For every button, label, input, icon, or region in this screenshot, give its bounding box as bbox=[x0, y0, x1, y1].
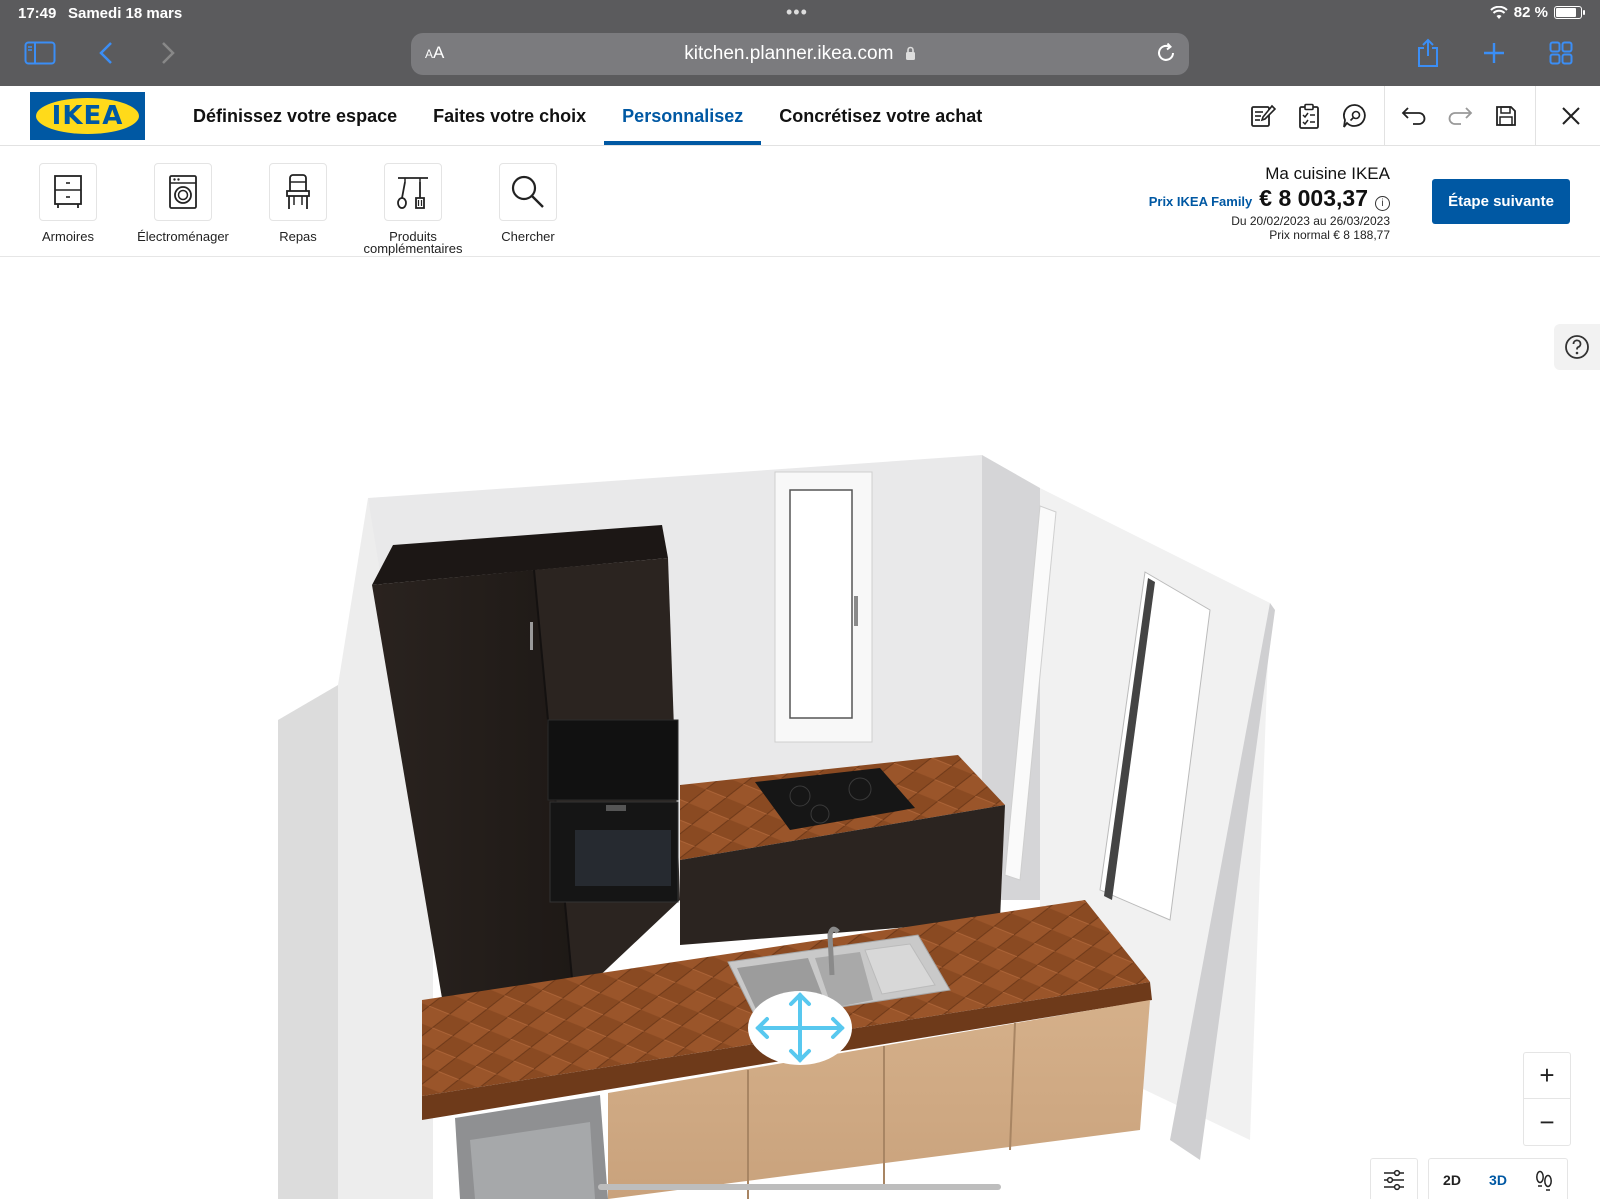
forward-icon[interactable] bbox=[148, 36, 188, 70]
tab-define-space[interactable]: Définissez votre espace bbox=[175, 86, 415, 146]
price-summary: Ma cuisine IKEA Prix IKEA Family € 8 003… bbox=[1149, 164, 1390, 242]
sidebar-toggle-icon[interactable] bbox=[20, 36, 60, 70]
battery-percent: 82 % bbox=[1513, 4, 1548, 21]
utensils-icon bbox=[397, 177, 428, 209]
tab-customize[interactable]: Personnalisez bbox=[604, 86, 762, 146]
kitchen-3d-view[interactable] bbox=[0, 258, 1600, 1199]
reload-icon[interactable] bbox=[1155, 42, 1177, 64]
tool-appliances[interactable]: Électroménager bbox=[123, 163, 243, 243]
chair-icon bbox=[286, 174, 310, 209]
url-text: kitchen.planner.ikea.com bbox=[411, 43, 1189, 65]
view-settings-group bbox=[1370, 1158, 1418, 1199]
washing-machine-icon bbox=[169, 175, 197, 209]
back-counter[interactable] bbox=[680, 755, 1005, 945]
redo-icon[interactable] bbox=[1437, 86, 1483, 146]
help-icon bbox=[1565, 335, 1589, 359]
catalog-toolbar: Armoires Électroménager Repas Produits c… bbox=[0, 147, 1600, 257]
header-divider bbox=[1384, 86, 1385, 146]
planner-header: IKEA Définissez votre espace Faites votr… bbox=[0, 86, 1600, 146]
search-icon bbox=[511, 175, 544, 208]
close-icon[interactable] bbox=[1542, 86, 1600, 146]
chat-search-icon[interactable] bbox=[1332, 86, 1378, 146]
tool-dining[interactable]: Repas bbox=[238, 163, 358, 243]
left-wall-base bbox=[278, 685, 338, 1199]
price-validity: Du 20/02/2023 au 26/03/2023 bbox=[1231, 214, 1390, 228]
status-time: 17:49 bbox=[18, 5, 57, 22]
view-3d-button[interactable]: 3D bbox=[1475, 1159, 1521, 1199]
walkthrough-footsteps-icon[interactable] bbox=[1521, 1159, 1567, 1199]
multitasking-dots-icon[interactable]: ••• bbox=[786, 2, 808, 23]
notes-icon[interactable] bbox=[1240, 86, 1286, 146]
tabs-overview-icon[interactable] bbox=[1541, 36, 1581, 70]
wifi-icon bbox=[1490, 5, 1508, 19]
ikea-logo[interactable]: IKEA bbox=[30, 92, 145, 140]
price-amount: € 8 003,37 bbox=[1259, 185, 1368, 211]
tool-search[interactable]: Chercher bbox=[468, 163, 588, 243]
info-icon[interactable]: i bbox=[1375, 196, 1390, 211]
new-tab-icon[interactable] bbox=[1474, 36, 1514, 70]
undo-icon[interactable] bbox=[1391, 86, 1437, 146]
status-date: Samedi 18 mars bbox=[68, 5, 183, 22]
cabinet-icon bbox=[54, 175, 82, 208]
tab-finalize-purchase[interactable]: Concrétisez votre achat bbox=[761, 86, 1000, 146]
back-window bbox=[774, 471, 873, 743]
kitchen-title: Ma cuisine IKEA bbox=[1265, 164, 1390, 183]
address-bar[interactable]: AA kitchen.planner.ikea.com bbox=[411, 33, 1189, 75]
view-2d-button[interactable]: 2D bbox=[1429, 1159, 1475, 1199]
save-icon[interactable] bbox=[1483, 86, 1529, 146]
lock-icon bbox=[905, 47, 915, 61]
header-divider bbox=[1535, 86, 1536, 146]
share-icon[interactable] bbox=[1408, 36, 1448, 70]
help-button[interactable] bbox=[1554, 324, 1600, 370]
zoom-control: + − bbox=[1523, 1052, 1571, 1146]
browser-chrome: 17:49 Samedi 18 mars ••• 82 % AA kitchen… bbox=[0, 0, 1600, 86]
view-mode-group: 2D 3D bbox=[1428, 1158, 1568, 1199]
battery-icon bbox=[1554, 6, 1585, 19]
next-step-button[interactable]: Étape suivante bbox=[1432, 179, 1570, 224]
move-handle[interactable] bbox=[748, 991, 852, 1065]
tool-label: Produits complémentaires bbox=[363, 229, 463, 256]
zoom-out-button[interactable]: − bbox=[1524, 1099, 1570, 1145]
tab-make-choice[interactable]: Faites votre choix bbox=[415, 86, 604, 146]
header-tools bbox=[1240, 86, 1600, 146]
zoom-in-button[interactable]: + bbox=[1524, 1053, 1570, 1099]
tool-cabinets[interactable]: Armoires bbox=[8, 163, 128, 243]
status-right: 82 % bbox=[1490, 4, 1585, 21]
back-icon[interactable] bbox=[86, 36, 126, 70]
step-navigation: Définissez votre espace Faites votre cho… bbox=[175, 86, 1000, 146]
ikea-family-label: Prix IKEA Family bbox=[1148, 194, 1253, 209]
normal-price: Prix normal € 8 188,77 bbox=[1269, 228, 1390, 242]
tool-complementary-products[interactable]: Produits complémentaires bbox=[353, 163, 473, 255]
checklist-icon[interactable] bbox=[1286, 86, 1332, 146]
home-indicator bbox=[598, 1184, 1001, 1190]
settings-sliders-icon[interactable] bbox=[1371, 1159, 1417, 1199]
